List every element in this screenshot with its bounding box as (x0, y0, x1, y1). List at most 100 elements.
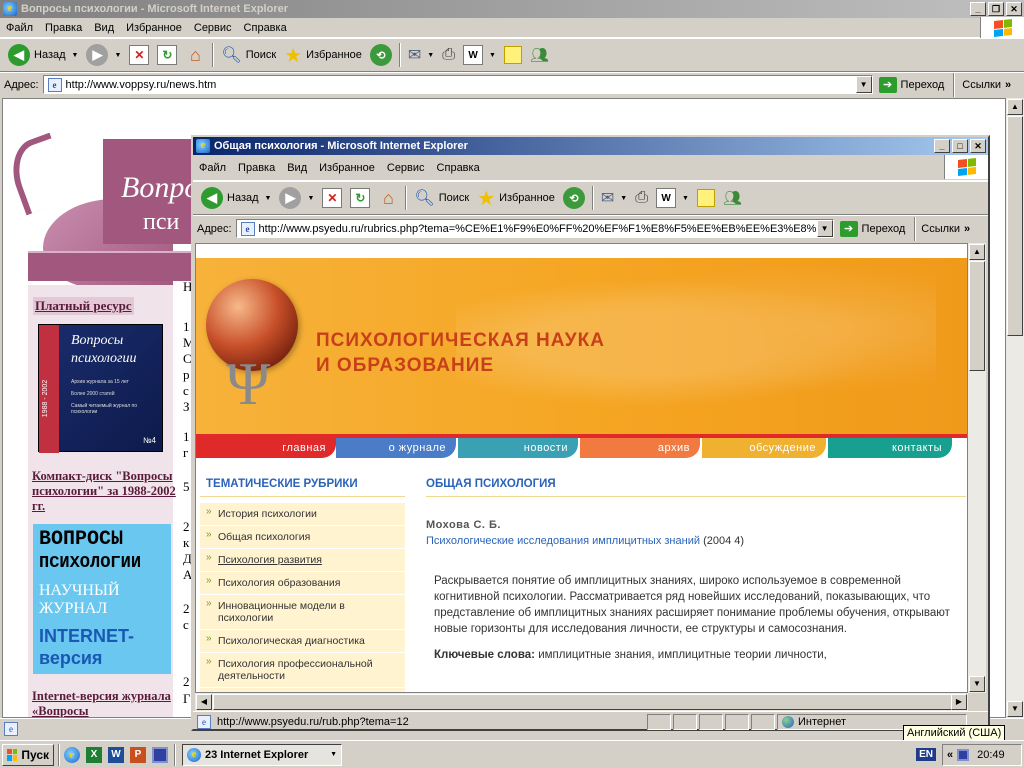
powerpoint-icon[interactable]: P (130, 746, 146, 763)
discuss-button[interactable] (693, 184, 719, 212)
back-header-strip (28, 251, 193, 281)
back-button[interactable]: ◀ Назад ▼ (4, 41, 82, 69)
excel-icon[interactable]: X (86, 746, 102, 763)
refresh-button[interactable]: ↻ (346, 184, 374, 212)
tray-disk-icon[interactable] (957, 748, 970, 761)
rubric-development[interactable]: Психология развития (200, 549, 405, 572)
search-button[interactable]: 🔍︎ Поиск (410, 184, 473, 212)
stop-button[interactable]: ✕ (318, 184, 346, 212)
close-button[interactable]: ✕ (970, 139, 986, 153)
menu-help[interactable]: Справка (431, 162, 486, 174)
forward-button[interactable]: ▶ ▼ (82, 41, 125, 69)
back-window-title: Вопросы психологии - Microsoft Internet … (21, 3, 289, 15)
menu-file[interactable]: Файл (0, 22, 39, 34)
word-icon[interactable]: W (108, 746, 124, 763)
close-button[interactable]: ✕ (1006, 2, 1022, 16)
internet-version-banner[interactable]: ВОПРОСЫ ПСИХОЛОГИИ НАУЧНЫЙ ЖУРНАЛ INTERN… (33, 524, 171, 674)
rubric-innovation[interactable]: Инновационные модели в психологии (200, 595, 405, 630)
menu-tools[interactable]: Сервис (188, 22, 238, 34)
nav-home[interactable]: главная (196, 438, 336, 458)
front-address-input[interactable]: e http://www.psyedu.ru/rubrics.php?tema=… (235, 219, 834, 238)
edit-button[interactable]: W ▼ (459, 41, 500, 69)
globe-icon (782, 715, 794, 728)
discuss-button[interactable] (500, 41, 526, 69)
menu-favorites[interactable]: Избранное (313, 162, 381, 174)
clock[interactable]: 20:49 (977, 749, 1005, 761)
nav-archive[interactable]: архив (580, 438, 700, 458)
address-dropdown-button[interactable]: ▼ (816, 220, 833, 237)
menu-tools[interactable]: Сервис (381, 162, 431, 174)
minimize-button[interactable]: _ (934, 139, 950, 153)
internet-version-link[interactable]: Internet-версия журнала «Вопросы (32, 689, 177, 717)
menu-favorites[interactable]: Избранное (120, 22, 188, 34)
mail-button[interactable]: ✉ ▼ (404, 41, 438, 69)
scroll-thumb[interactable] (1007, 116, 1023, 336)
history-button[interactable]: ⟲ (559, 184, 589, 212)
save-icon[interactable] (152, 746, 168, 763)
start-button[interactable]: Пуск (2, 743, 54, 766)
messenger-button[interactable]: 👥︎ (526, 41, 553, 69)
rubric-education[interactable]: Психология образования (200, 572, 405, 595)
nav-discussion[interactable]: обсуждение (702, 438, 826, 458)
menu-edit[interactable]: Правка (232, 162, 281, 174)
book-cover[interactable]: Вопросы психологии 1988 - 2002 Архив жур… (38, 324, 163, 453)
refresh-button[interactable]: ↻ (153, 41, 181, 69)
front-horizontal-scrollbar[interactable]: ◀ ▶ (195, 693, 968, 711)
back-button[interactable]: ◀ Назад ▼ (197, 184, 275, 212)
scroll-thumb[interactable] (969, 261, 985, 371)
taskbar-ie-group[interactable]: e 23 Internet Explorer ▼ (182, 743, 342, 766)
menu-view[interactable]: Вид (281, 162, 313, 174)
messenger-button[interactable]: 👥︎ (719, 184, 746, 212)
scroll-right-button[interactable]: ▶ (951, 694, 967, 710)
maximize-button[interactable]: □ (952, 139, 968, 153)
back-address-input[interactable]: e http://www.voppsy.ru/news.htm ▼ (42, 75, 873, 94)
scroll-down-button[interactable]: ▼ (1007, 701, 1023, 717)
menu-help[interactable]: Справка (238, 22, 293, 34)
mail-button[interactable]: ✉ ▼ (597, 184, 631, 212)
nav-news[interactable]: новости (458, 438, 578, 458)
search-button[interactable]: 🔍︎ Поиск (217, 41, 280, 69)
back-window-titlebar[interactable]: e Вопросы психологии - Microsoft Interne… (0, 0, 1024, 18)
links-button[interactable]: Ссылки (962, 79, 1001, 91)
history-button[interactable]: ⟲ (366, 41, 396, 69)
minimize-button[interactable]: _ (970, 2, 986, 16)
cd-link[interactable]: Компакт-диск "Вопросы психологии" за 198… (32, 469, 177, 514)
menu-view[interactable]: Вид (88, 22, 120, 34)
edit-button[interactable]: W ▼ (652, 184, 693, 212)
nav-about[interactable]: о журнале (336, 438, 456, 458)
home-button[interactable]: ⌂ (374, 184, 402, 212)
rubric-professional[interactable]: Психология профессиональной деятельности (200, 653, 405, 688)
front-vertical-scrollbar[interactable]: ▲ ▼ (968, 243, 986, 693)
go-button[interactable]: ➔ Переход (873, 76, 951, 93)
restore-button[interactable]: ❐ (988, 2, 1004, 16)
nav-contacts[interactable]: контакты (828, 438, 952, 458)
home-button[interactable]: ⌂ (181, 41, 209, 69)
ie-quicklaunch-icon[interactable]: e (64, 746, 80, 763)
back-scrollbar[interactable]: ▲ ▼ (1006, 98, 1024, 718)
stop-button[interactable]: ✕ (125, 41, 153, 69)
favorites-button[interactable]: ★ Избранное (280, 41, 366, 69)
tray-expand-icon[interactable]: « (947, 749, 953, 761)
favorites-button[interactable]: ★ Избранное (473, 184, 559, 212)
rubric-diagnostics[interactable]: Психологическая диагностика (200, 630, 405, 653)
rubric-general[interactable]: Общая психология (200, 526, 405, 549)
article-title-link[interactable]: Психологические исследования имплицитных… (426, 535, 700, 547)
menu-file[interactable]: Файл (193, 162, 232, 174)
paid-resource-link[interactable]: Платный ресурс (33, 297, 134, 315)
forward-button[interactable]: ▶ ▼ (275, 184, 318, 212)
scroll-left-button[interactable]: ◀ (196, 694, 212, 710)
scroll-down-button[interactable]: ▼ (969, 676, 985, 692)
go-button[interactable]: ➔ Переход (834, 220, 912, 237)
print-button[interactable]: ⎙ (438, 41, 459, 69)
links-button[interactable]: Ссылки (921, 223, 960, 235)
address-dropdown-button[interactable]: ▼ (855, 76, 872, 93)
print-button[interactable]: ⎙ (631, 184, 652, 212)
rubric-history[interactable]: История психологии (200, 503, 405, 526)
menu-edit[interactable]: Правка (39, 22, 88, 34)
language-indicator[interactable]: EN (916, 748, 936, 761)
hscroll-thumb[interactable] (213, 694, 958, 710)
front-window: e Общая психология - Microsoft Internet … (191, 135, 990, 731)
scroll-up-button[interactable]: ▲ (969, 244, 985, 260)
front-window-titlebar[interactable]: e Общая психология - Microsoft Internet … (193, 137, 988, 155)
scroll-up-button[interactable]: ▲ (1007, 99, 1023, 115)
